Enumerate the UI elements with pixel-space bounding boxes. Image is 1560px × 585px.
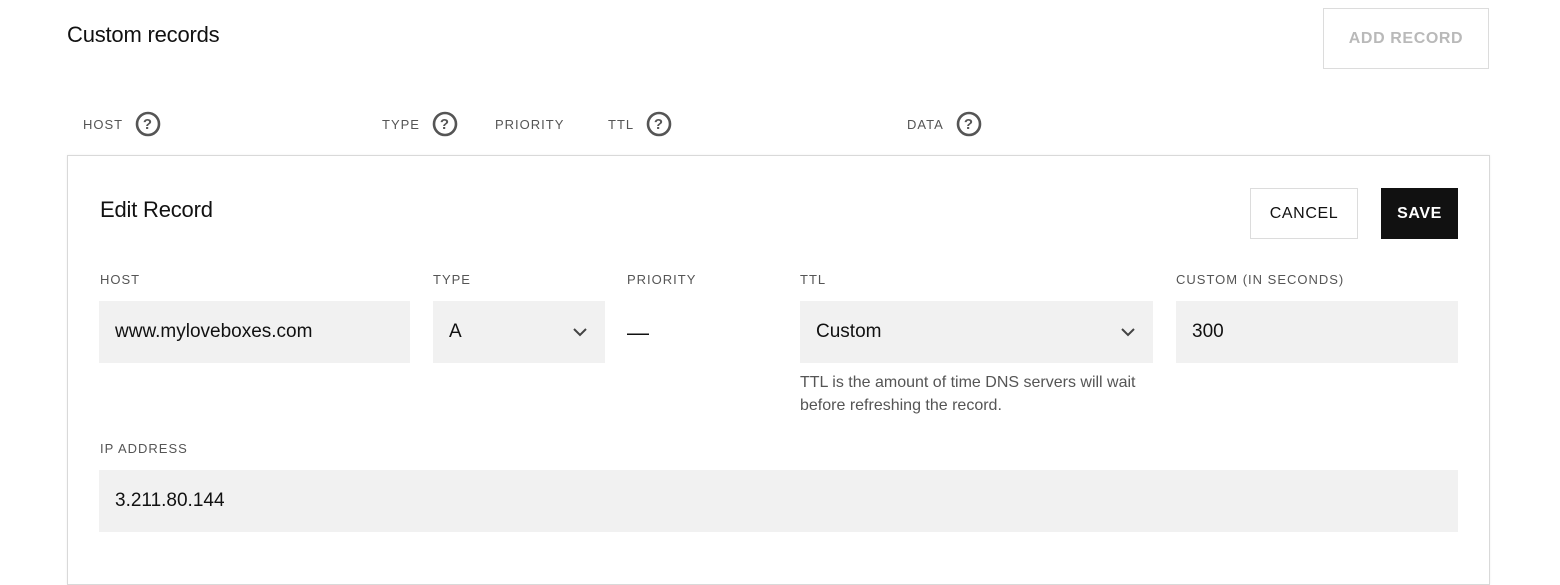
column-header-priority: PRIORITY	[495, 113, 564, 135]
chevron-down-icon	[573, 328, 587, 337]
edit-record-title: Edit Record	[100, 197, 213, 222]
ttl-help-text: TTL is the amount of time DNS servers wi…	[800, 374, 1136, 414]
ttl-select-value: Custom	[816, 321, 882, 342]
save-button[interactable]: SAVE	[1381, 188, 1458, 239]
type-label: TYPE	[433, 272, 471, 287]
add-record-button[interactable]: ADD RECORD	[1323, 8, 1489, 69]
priority-value: —	[627, 320, 649, 345]
host-help-icon[interactable]: ?	[135, 111, 161, 137]
custom-seconds-value: 300	[1192, 321, 1224, 342]
column-header-ttl-label: TTL	[608, 116, 635, 132]
custom-seconds-label: CUSTOM (IN SECONDS)	[1176, 272, 1345, 287]
column-header-type-label: TYPE	[382, 116, 420, 132]
column-header-type: TYPE ?	[382, 111, 458, 137]
custom-seconds-input[interactable]: 300	[1176, 301, 1458, 363]
ip-address-value: 3.211.80.144	[115, 490, 225, 511]
data-help-icon[interactable]: ?	[956, 111, 982, 137]
host-input-value: www.myloveboxes.com	[115, 321, 313, 342]
host-label: HOST	[100, 272, 141, 287]
section-title: Custom records	[67, 22, 220, 47]
host-input[interactable]: www.myloveboxes.com	[99, 301, 410, 363]
column-header-host-label: HOST	[83, 116, 124, 132]
column-header-priority-label: PRIORITY	[495, 116, 565, 132]
svg-text:?: ?	[143, 116, 153, 133]
ttl-label: TTL	[800, 272, 827, 287]
type-select-value: A	[449, 321, 462, 342]
svg-text:?: ?	[440, 116, 450, 133]
svg-text:?: ?	[964, 116, 974, 133]
column-header-host: HOST ?	[83, 111, 161, 137]
column-header-ttl: TTL ?	[608, 111, 672, 137]
ttl-select[interactable]: Custom	[800, 301, 1153, 363]
ip-address-label: IP ADDRESS	[100, 441, 188, 456]
priority-label: PRIORITY	[627, 272, 697, 287]
type-help-icon[interactable]: ?	[432, 111, 458, 137]
chevron-down-icon	[1121, 328, 1135, 337]
column-header-data-label: DATA	[907, 116, 944, 132]
type-select[interactable]: A	[433, 301, 605, 363]
svg-text:?: ?	[654, 116, 664, 133]
ip-address-input[interactable]: 3.211.80.144	[99, 470, 1458, 532]
ttl-help-icon[interactable]: ?	[646, 111, 672, 137]
cancel-button[interactable]: CANCEL	[1250, 188, 1358, 239]
column-header-data: DATA ?	[907, 111, 982, 137]
